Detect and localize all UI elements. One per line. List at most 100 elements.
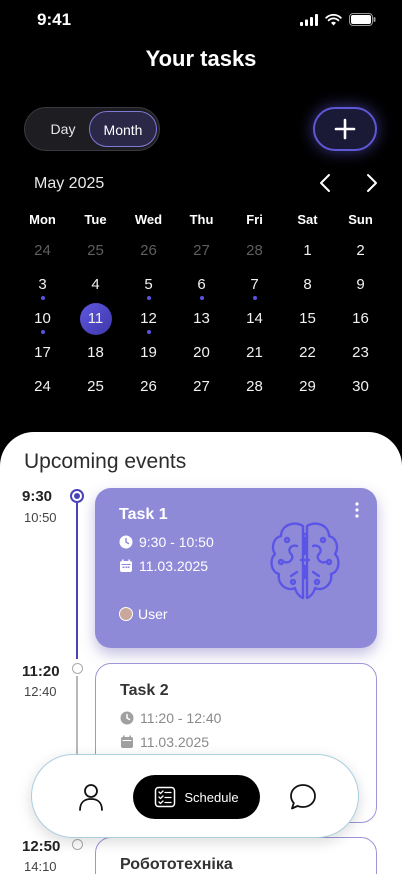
add-task-button[interactable] bbox=[313, 107, 377, 151]
event-time-range: 11:20 - 12:40 bbox=[140, 710, 222, 726]
view-toggle: Day Month bbox=[24, 107, 160, 151]
chat-icon[interactable] bbox=[289, 783, 317, 811]
weekday-label: Tue bbox=[84, 212, 107, 227]
weekday-label: Sat bbox=[297, 212, 318, 227]
status-bar: 9:41 bbox=[0, 0, 402, 44]
timeline-dot-active bbox=[70, 489, 84, 503]
calendar-day[interactable]: 29 bbox=[281, 370, 334, 404]
schedule-tab-label: Schedule bbox=[184, 789, 239, 805]
calendar-day[interactable]: 20 bbox=[175, 336, 228, 370]
chevron-left-icon[interactable] bbox=[315, 172, 337, 194]
calendar-day[interactable]: 5 bbox=[122, 268, 175, 302]
calendar-day[interactable]: 22 bbox=[281, 336, 334, 370]
wifi-icon bbox=[325, 13, 342, 25]
calendar-day[interactable]: 8 bbox=[281, 268, 334, 302]
event-end-time: 12:40 bbox=[24, 684, 57, 699]
event-card[interactable]: Task 1 9:30 - 10:50 11.03.2025 User bbox=[95, 488, 377, 648]
month-label: May 2025 bbox=[34, 175, 105, 192]
bottom-nav: Schedule bbox=[31, 754, 359, 838]
calendar-day[interactable]: 10 bbox=[16, 302, 69, 336]
calendar-day[interactable]: 21 bbox=[228, 336, 281, 370]
calendar-day-number: 27 bbox=[193, 378, 210, 395]
event-card[interactable]: Робототехніка bbox=[95, 837, 377, 874]
calendar-day[interactable]: 7 bbox=[228, 268, 281, 302]
calendar-day-number: 7 bbox=[250, 276, 259, 293]
brain-logo-icon bbox=[270, 522, 340, 600]
calendar-icon bbox=[121, 735, 133, 748]
calendar-day-outside[interactable]: 28 bbox=[228, 234, 281, 268]
event-indicator-dot bbox=[252, 296, 257, 300]
event-title: Task 1 bbox=[119, 506, 168, 523]
calendar-day[interactable]: 24 bbox=[16, 370, 69, 404]
event-start-time: 11:20 bbox=[22, 663, 60, 680]
event-indicator-dot bbox=[199, 296, 204, 300]
calendar-day[interactable]: 14 bbox=[228, 302, 281, 336]
clock-icon bbox=[119, 535, 133, 549]
calendar-day-number: 17 bbox=[34, 344, 51, 361]
chevron-right-icon[interactable] bbox=[360, 172, 382, 194]
event-indicator-dot bbox=[40, 330, 45, 334]
calendar-day[interactable]: 12 bbox=[122, 302, 175, 336]
calendar-day[interactable]: 6 bbox=[175, 268, 228, 302]
calendar-day-number: 25 bbox=[87, 378, 104, 395]
calendar-day-number: 5 bbox=[144, 276, 153, 293]
calendar-day[interactable]: 2 bbox=[334, 234, 387, 268]
more-vertical-icon[interactable] bbox=[355, 502, 359, 518]
calendar-day[interactable]: 18 bbox=[69, 336, 122, 370]
calendar-day-number: 13 bbox=[193, 310, 210, 327]
calendar-day-number: 9 bbox=[356, 276, 365, 293]
calendar-day[interactable]: 27 bbox=[175, 370, 228, 404]
calendar-day-number: 27 bbox=[193, 242, 210, 259]
timeline-line-active bbox=[76, 503, 78, 659]
timeline-dot bbox=[72, 839, 83, 850]
calendar-day[interactable]: 4 bbox=[69, 268, 122, 302]
calendar-day-outside[interactable]: 24 bbox=[16, 234, 69, 268]
calendar-day[interactable]: 16 bbox=[334, 302, 387, 336]
calendar-day[interactable]: 26 bbox=[122, 370, 175, 404]
calendar-day[interactable]: 28 bbox=[228, 370, 281, 404]
calendar-day-number: 30 bbox=[352, 378, 369, 395]
calendar-day-number: 10 bbox=[34, 310, 51, 327]
event-time-range: 9:30 - 10:50 bbox=[139, 534, 214, 550]
event-title: Task 2 bbox=[120, 682, 169, 699]
calendar-day[interactable]: 17 bbox=[16, 336, 69, 370]
weekday-label: Mon bbox=[29, 212, 56, 227]
calendar-day-number: 6 bbox=[197, 276, 206, 293]
schedule-tab-button[interactable]: Schedule bbox=[133, 775, 260, 819]
calendar-day-number: 1 bbox=[303, 242, 312, 259]
calendar-day[interactable]: 1 bbox=[281, 234, 334, 268]
profile-icon[interactable] bbox=[78, 783, 104, 811]
calendar-day[interactable]: 3 bbox=[16, 268, 69, 302]
calendar-day[interactable]: 9 bbox=[334, 268, 387, 302]
calendar-day[interactable]: 19 bbox=[122, 336, 175, 370]
calendar-day[interactable]: 13 bbox=[175, 302, 228, 336]
event-time-row: 9:30 - 10:50 bbox=[119, 534, 214, 550]
calendar-day-number: 3 bbox=[38, 276, 47, 293]
calendar-day-number: 8 bbox=[303, 276, 312, 293]
event-date: 11.03.2025 bbox=[139, 558, 209, 574]
calendar-day-number: 24 bbox=[34, 378, 51, 395]
event-date: 11.03.2025 bbox=[140, 734, 210, 750]
avatar bbox=[119, 607, 133, 621]
calendar-day-number: 16 bbox=[352, 310, 369, 327]
calendar-day-number: 19 bbox=[140, 344, 157, 361]
calendar-day-selected[interactable]: 11 bbox=[69, 302, 122, 336]
event-start-time: 12:50 bbox=[22, 838, 61, 855]
event-start-time: 9:30 bbox=[22, 488, 53, 505]
battery-icon bbox=[349, 13, 376, 26]
calendar-day[interactable]: 15 bbox=[281, 302, 334, 336]
event-date-row: 11.03.2025 bbox=[119, 558, 208, 574]
toggle-day-option[interactable]: Day bbox=[35, 108, 91, 150]
calendar-day-number: 26 bbox=[140, 242, 157, 259]
calendar-day-number: 15 bbox=[299, 310, 316, 327]
calendar-day-outside[interactable]: 26 bbox=[122, 234, 175, 268]
calendar-day[interactable]: 30 bbox=[334, 370, 387, 404]
calendar-day-outside[interactable]: 27 bbox=[175, 234, 228, 268]
calendar-day[interactable]: 23 bbox=[334, 336, 387, 370]
status-time: 9:41 bbox=[37, 10, 72, 29]
event-date-row: 11.03.2025 bbox=[120, 734, 209, 750]
calendar-day-number: 28 bbox=[246, 242, 263, 259]
calendar-day[interactable]: 25 bbox=[69, 370, 122, 404]
calendar-day-outside[interactable]: 25 bbox=[69, 234, 122, 268]
toggle-month-option[interactable]: Month bbox=[89, 111, 157, 147]
